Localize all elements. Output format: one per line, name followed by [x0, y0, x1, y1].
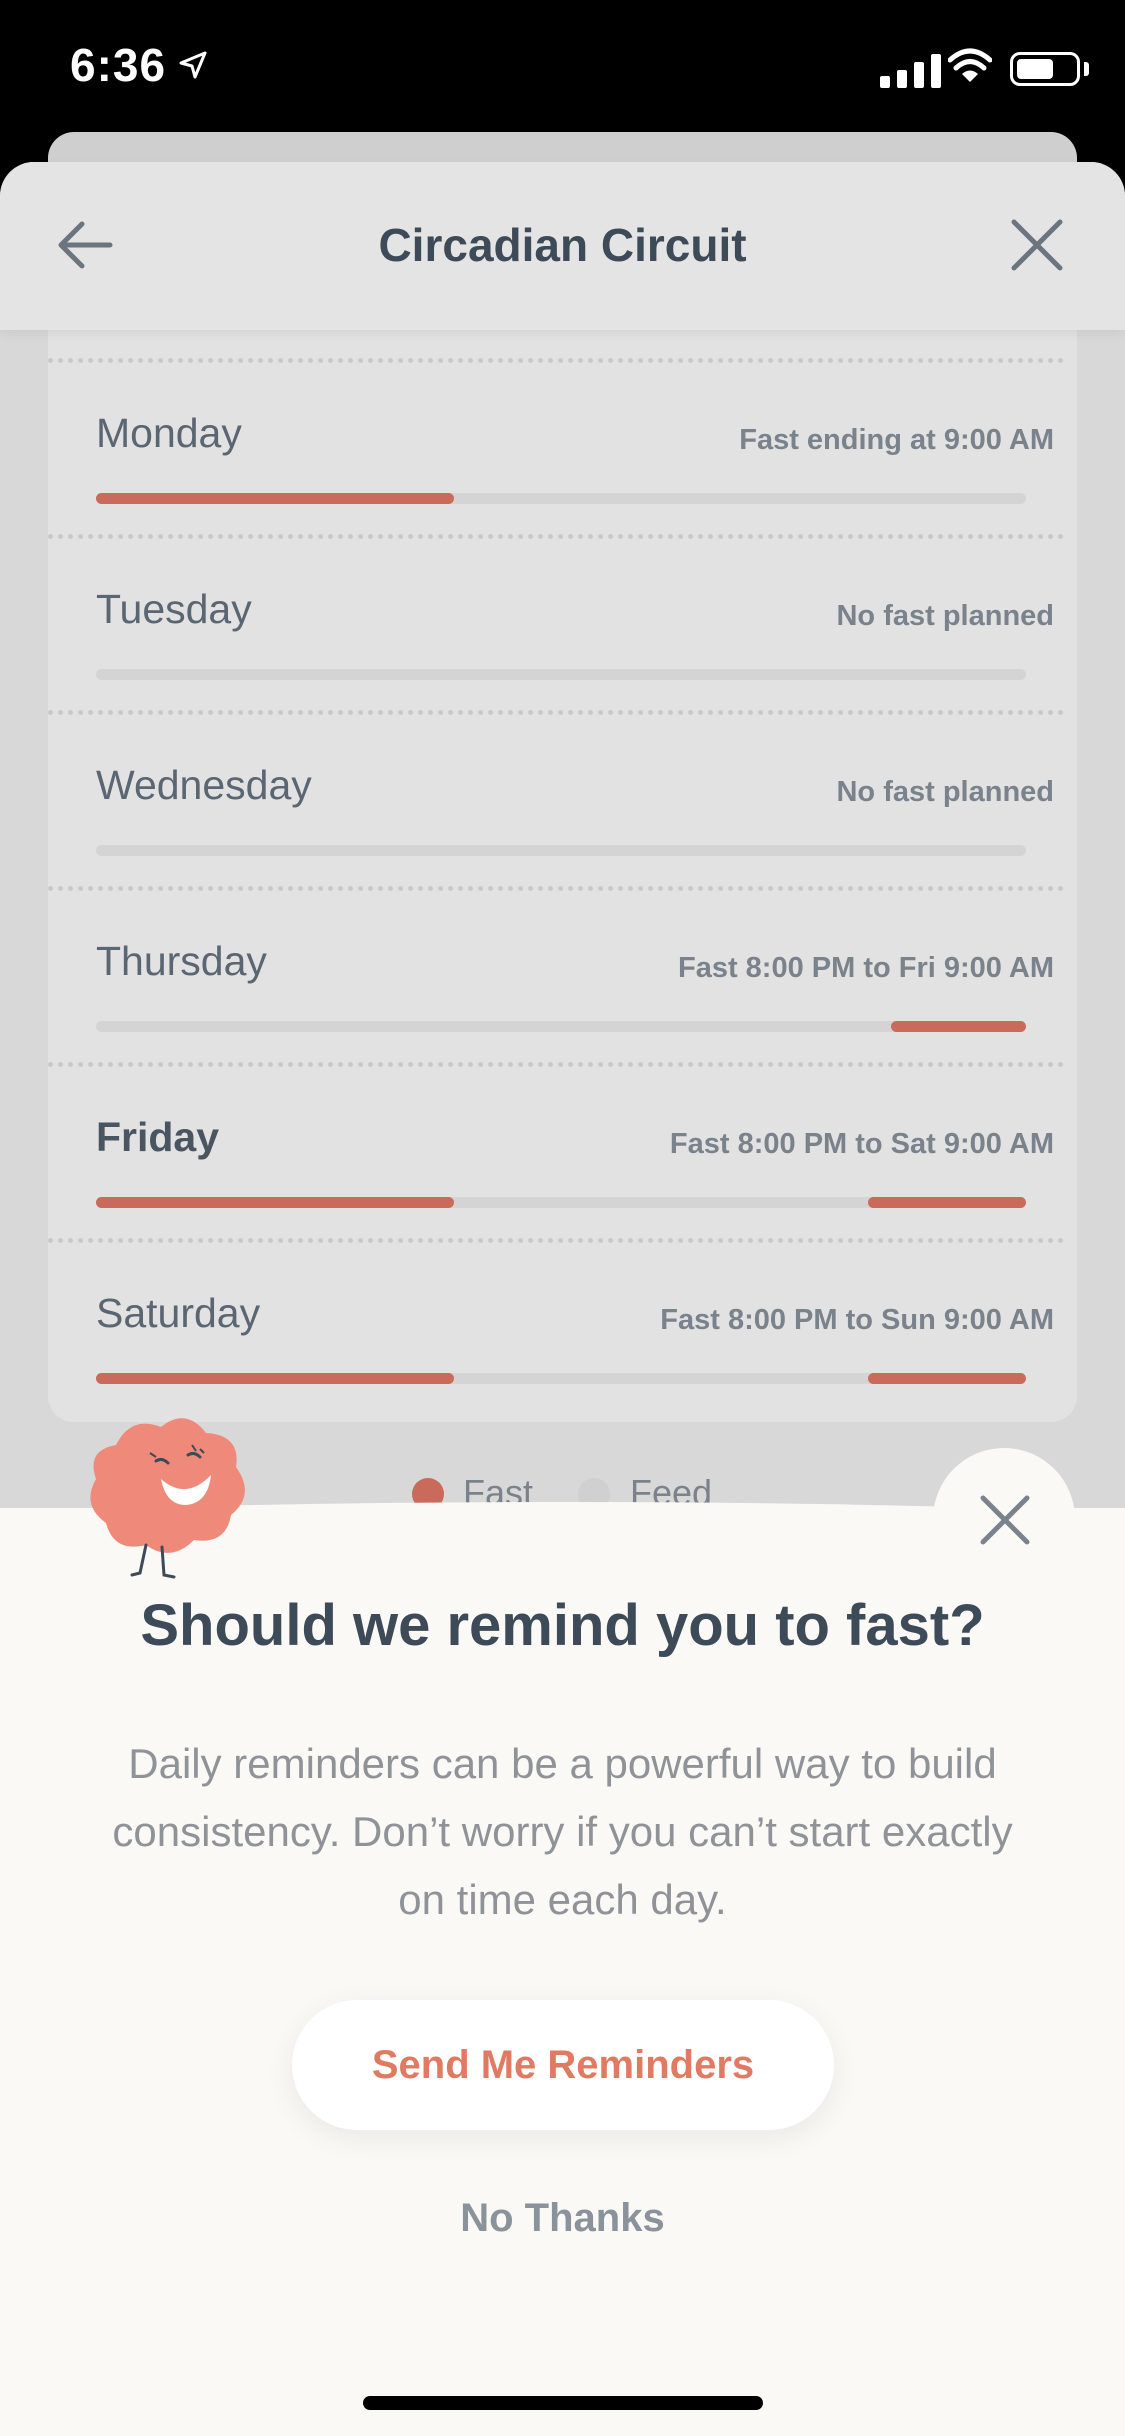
close-icon[interactable] [975, 1490, 1035, 1550]
battery-icon [1010, 52, 1080, 86]
modal-description: Daily reminders can be a powerful way to… [112, 1740, 1013, 1923]
day-name: Thursday [96, 938, 267, 984]
day-name: Monday [96, 410, 242, 456]
fast-status: Fast 8:00 PM to Fri 9:00 AM [677, 952, 1054, 984]
fast-status: Fast 8:00 PM to Sun 9:00 AM [660, 1304, 1054, 1336]
home-indicator [363, 2396, 763, 2410]
no-thanks-button[interactable]: No Thanks [0, 2196, 1125, 2241]
day-name: Tuesday [96, 586, 252, 632]
cellular-signal-icon [880, 52, 941, 88]
day-name: Friday [96, 1114, 220, 1160]
modal-title: Should we remind you to fast? [140, 1593, 985, 1658]
fast-status: Fast ending at 9:00 AM [739, 424, 1054, 456]
day-timeline-track [96, 845, 1026, 856]
fast-segment [96, 1373, 455, 1384]
fast-segment [96, 1197, 455, 1208]
schedule-row-tuesday[interactable]: Tuesday No fast planned [48, 534, 1077, 710]
schedule-row-friday[interactable]: Friday Fast 8:00 PM to Sat 9:00 AM [48, 1062, 1077, 1238]
page-title: Circadian Circuit [378, 219, 747, 271]
day-timeline-track [96, 1021, 1026, 1032]
fast-segment [867, 1197, 1026, 1208]
day-timeline-track [96, 669, 1026, 680]
day-name: Wednesday [96, 762, 312, 808]
location-arrow-icon [179, 51, 207, 79]
close-icon[interactable] [1002, 210, 1072, 280]
fast-status: Fast 8:00 PM to Sat 9:00 AM [669, 1128, 1054, 1160]
status-time: 6:36 [70, 39, 167, 91]
send-reminders-button[interactable]: Send Me Reminders [292, 2000, 834, 2130]
schedule-row-wednesday[interactable]: Wednesday No fast planned [48, 710, 1077, 886]
schedule-row-monday[interactable]: Monday Fast ending at 9:00 AM [48, 358, 1077, 534]
day-name: Saturday [96, 1290, 261, 1336]
fast-segment [96, 493, 455, 504]
fast-status: No fast planned [836, 600, 1054, 632]
fast-segment [867, 1373, 1026, 1384]
battery-tip [1084, 62, 1089, 76]
schedule-row-saturday[interactable]: Saturday Fast 8:00 PM to Sun 9:00 AM [48, 1238, 1077, 1414]
fast-segment [891, 1021, 1026, 1032]
brain-mascot-icon [90, 1418, 245, 1579]
wifi-icon [948, 48, 992, 82]
fast-status: No fast planned [836, 776, 1054, 808]
schedule-row-thursday[interactable]: Thursday Fast 8:00 PM to Fri 9:00 AM [48, 886, 1077, 1062]
